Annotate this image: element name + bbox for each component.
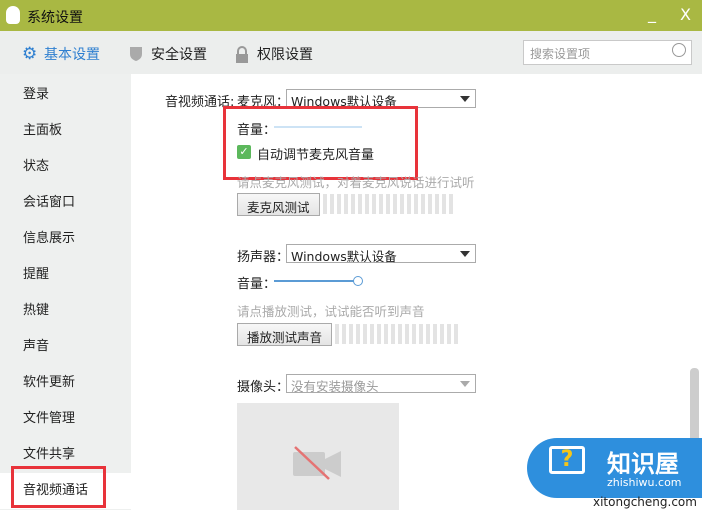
minimize-button[interactable]: _ [648, 4, 656, 23]
watermark-logo: ? 知识屋 zhishiwu.com [527, 438, 702, 498]
tab-permission-settings[interactable]: 权限设置 [235, 44, 313, 64]
close-button[interactable]: X [680, 5, 691, 24]
sidebar-item-chat-window[interactable]: 会话窗口 [0, 185, 131, 221]
scrollbar-thumb[interactable] [690, 368, 699, 446]
sidebar-item-sound[interactable]: 声音 [0, 329, 131, 365]
mic-test-button[interactable]: 麦克风测试 [237, 193, 320, 216]
speaker-level-meter [335, 324, 458, 344]
sidebar-item-software-update[interactable]: 软件更新 [0, 365, 131, 401]
tab-basic-settings[interactable]: ⚙ 基本设置 [22, 44, 100, 64]
mic-level-meter [323, 194, 453, 214]
camera-preview [237, 403, 399, 510]
sidebar-item-info-display[interactable]: 信息展示 [0, 221, 131, 257]
highlight-box-mic [223, 106, 418, 180]
speaker-test-button[interactable]: 播放测试声音 [237, 323, 333, 346]
sidebar-item-file-management[interactable]: 文件管理 [0, 401, 131, 437]
chevron-down-icon [460, 381, 470, 387]
chevron-down-icon [460, 96, 470, 102]
search-placeholder: 搜索设置项 [530, 47, 591, 61]
speaker-label: 扬声器： [237, 250, 290, 265]
camera-off-icon [293, 446, 341, 480]
speaker-device-select[interactable]: Windows默认设备 [286, 244, 476, 264]
speaker-hint: 请点播放测试，试试能否听到声音 [237, 304, 425, 319]
search-icon[interactable] [672, 43, 686, 57]
camera-device-select[interactable]: 没有安装摄像头 [286, 374, 476, 394]
watermark-url: zhishiwu.com [607, 476, 682, 489]
speaker-volume-label: 音量： [237, 277, 277, 292]
speaker-volume-slider[interactable] [274, 280, 358, 282]
camera-device-value: 没有安装摄像头 [291, 379, 379, 394]
sidebar-item-main-panel[interactable]: 主面板 [0, 113, 131, 149]
highlight-box-sidebar [11, 466, 106, 508]
speaker-volume-handle[interactable] [353, 276, 363, 286]
sidebar-item-hotkeys[interactable]: 热键 [0, 293, 131, 329]
title-bar: 系统设置 _ X [0, 0, 702, 31]
gear-icon: ⚙ [22, 44, 38, 64]
tab-security-settings[interactable]: 安全设置 [129, 44, 207, 64]
tab-label: 权限设置 [257, 47, 313, 63]
tab-label: 安全设置 [151, 47, 207, 63]
qq-penguin-icon [6, 6, 20, 24]
sidebar: 登录 主面板 状态 会话窗口 信息展示 提醒 热键 声音 软件更新 文件管理 文… [0, 74, 131, 510]
question-monitor-icon: ? [549, 446, 585, 474]
camera-label: 摄像头： [237, 380, 290, 395]
watermark-url2: xitongcheng.com [593, 495, 697, 509]
chevron-down-icon [460, 251, 470, 257]
shield-icon [129, 46, 145, 62]
sidebar-item-status[interactable]: 状态 [0, 149, 131, 185]
speaker-device-value: Windows默认设备 [291, 249, 397, 264]
window-title: 系统设置 [27, 10, 83, 26]
tab-label: 基本设置 [44, 47, 100, 63]
sidebar-item-login[interactable]: 登录 [0, 77, 131, 113]
lock-icon [235, 46, 251, 63]
sidebar-item-reminder[interactable]: 提醒 [0, 257, 131, 293]
watermark-title: 知识屋 [607, 450, 679, 478]
toolbar: ⚙ 基本设置 安全设置 权限设置 搜索设置项 [0, 31, 702, 74]
mic-hint: 请点麦克风测试，对着麦克风说话进行试听 [237, 175, 475, 190]
search-input[interactable]: 搜索设置项 [523, 40, 692, 65]
